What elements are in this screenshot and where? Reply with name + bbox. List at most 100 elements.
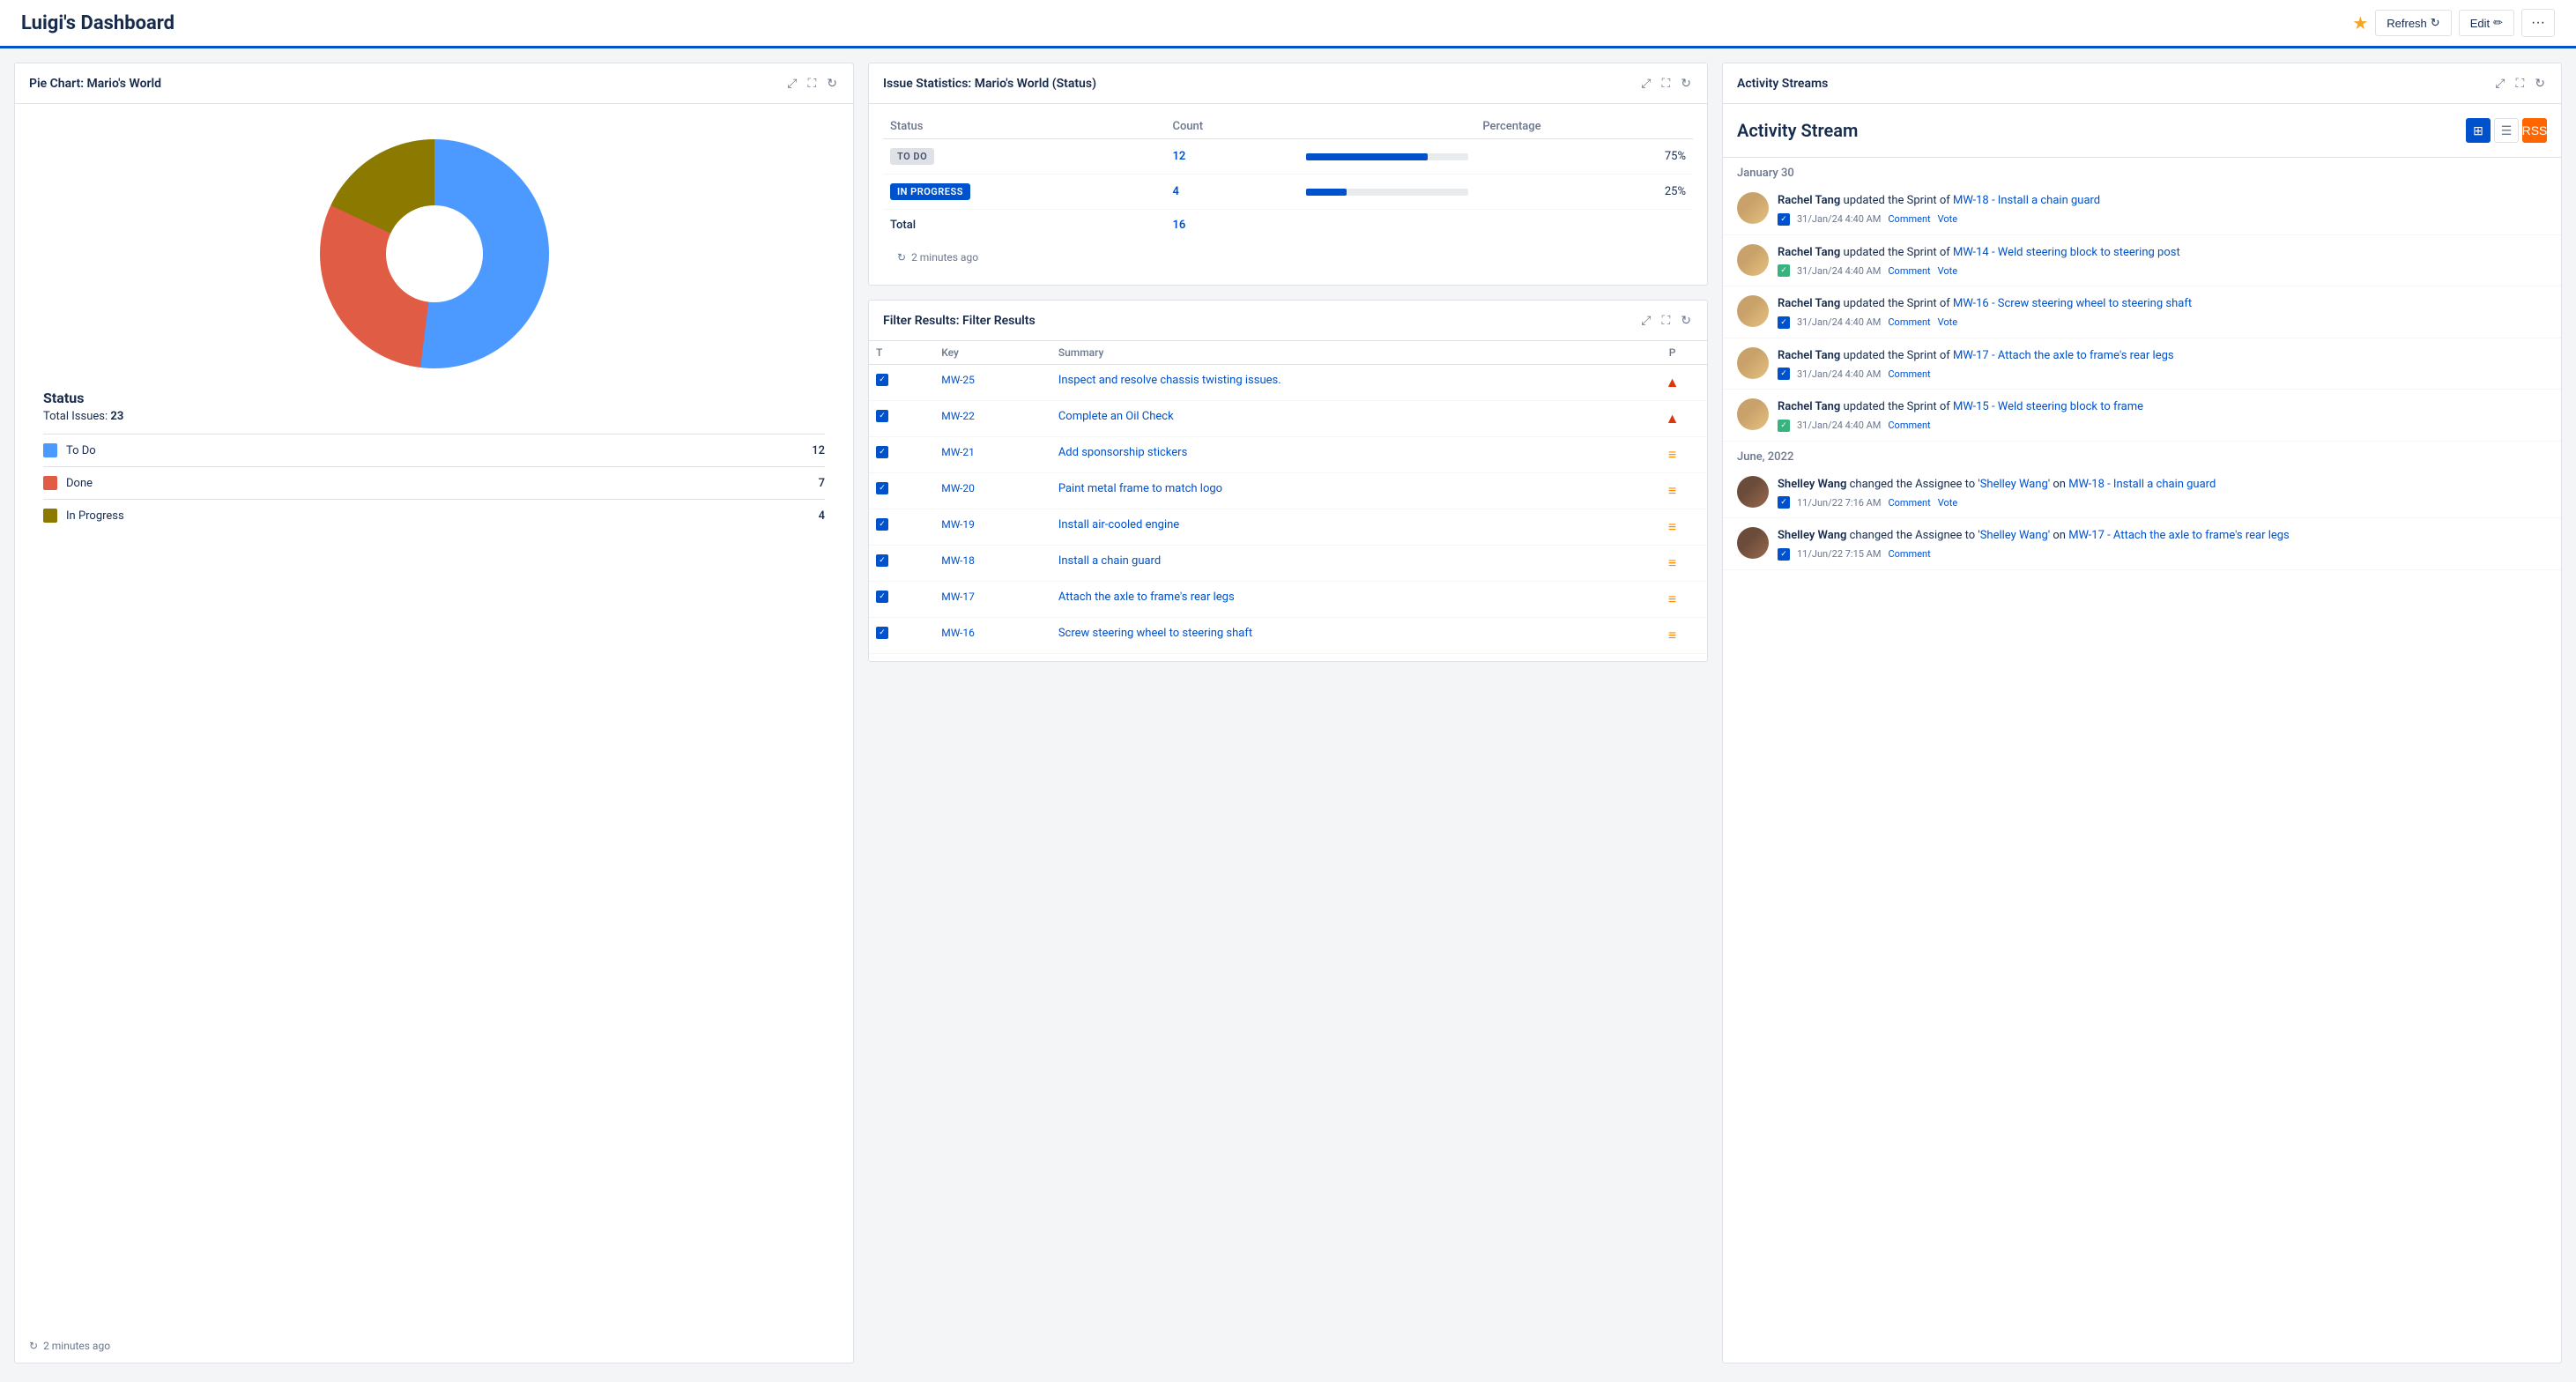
total-count-link[interactable]: 16: [1172, 219, 1185, 232]
activity-item: Rachel Tang updated the Sprint of MW-15 …: [1723, 390, 2561, 442]
todo-count-link[interactable]: 12: [1172, 150, 1185, 163]
activity-rss-button[interactable]: RSS: [2522, 118, 2547, 143]
priority-medium-icon: ≡: [1644, 591, 1700, 608]
stats-collapse-icon[interactable]: ⤢: [1639, 74, 1652, 93]
activity-time: 31/Jan/24 4:40 AM: [1797, 368, 1881, 380]
issue-type-cell: ✓: [869, 365, 934, 401]
issue-key-link[interactable]: MW-22: [941, 410, 975, 422]
comment-link[interactable]: Comment: [1888, 213, 1930, 225]
issue-summary-link[interactable]: Install air-cooled engine: [1058, 518, 1179, 531]
vote-link[interactable]: Vote: [1938, 316, 1957, 328]
filter-panel-controls: ⤢ ⛶ ↻: [1639, 311, 1693, 330]
issue-key-link[interactable]: MW-19: [941, 518, 975, 531]
activity-time: 31/Jan/24 4:40 AM: [1797, 213, 1881, 225]
pie-chart-title: Pie Chart: Mario's World: [29, 77, 161, 91]
activity-text: Rachel Tang updated the Sprint of MW-16 …: [1778, 295, 2547, 313]
issue-summary-cell: Screw steering wheel to steering shaft: [1051, 618, 1637, 654]
comment-link[interactable]: Comment: [1888, 420, 1930, 431]
comment-link[interactable]: Comment: [1888, 265, 1930, 277]
activity-link[interactable]: MW-18 - Install a chain guard: [1953, 194, 2100, 207]
table-row: ✓ MW-16 Screw steering wheel to steering…: [869, 618, 1707, 654]
activity-user: Shelley Wang: [1778, 478, 1846, 491]
issue-summary-link[interactable]: Attach the axle to frame's rear legs: [1058, 591, 1235, 604]
issue-key-link[interactable]: MW-20: [941, 482, 975, 494]
table-row: ✓ MW-19 Install air-cooled engine ≡: [869, 509, 1707, 546]
comment-link[interactable]: Comment: [1888, 548, 1930, 560]
more-options-button[interactable]: ···: [2521, 9, 2555, 37]
issue-key-cell: MW-25: [934, 365, 1051, 401]
filter-fullscreen-icon[interactable]: ⛶: [1659, 311, 1672, 330]
issue-type-icon: ✓: [876, 482, 888, 494]
issue-summary-link[interactable]: Screw steering wheel to steering shaft: [1058, 627, 1252, 640]
activity-link[interactable]: MW-17 - Attach the axle to frame's rear …: [1953, 349, 2174, 362]
issue-key-link[interactable]: MW-21: [941, 446, 975, 458]
activity-meta: 31/Jan/24 4:40 AM Comment: [1778, 420, 2547, 432]
issue-key-link[interactable]: MW-18: [941, 554, 975, 567]
stats-col-pct-label: Percentage: [1475, 115, 1693, 139]
activity-collapse-icon[interactable]: ⤢: [2493, 74, 2506, 93]
fullscreen-icon[interactable]: ⛶: [805, 74, 818, 93]
activity-content: Rachel Tang updated the Sprint of MW-16 …: [1778, 295, 2547, 329]
issue-type-green-check-icon: [1778, 420, 1790, 432]
issue-key-link[interactable]: MW-25: [941, 374, 975, 386]
header-actions: ★ Refresh ↻ Edit ✏ ···: [2352, 9, 2555, 37]
issue-summary-link[interactable]: Complete an Oil Check: [1058, 410, 1174, 423]
issue-key-link[interactable]: MW-17: [941, 591, 975, 603]
legend-item-done: Done 7: [43, 466, 825, 499]
issue-type-check-icon: [1778, 213, 1790, 226]
vote-link[interactable]: Vote: [1938, 213, 1957, 225]
issue-type-icon: ✓: [876, 446, 888, 458]
header: Luigi's Dashboard ★ Refresh ↻ Edit ✏ ···: [0, 0, 2576, 48]
issue-type-icon: ✓: [876, 374, 888, 386]
favorite-star-icon[interactable]: ★: [2352, 12, 2368, 33]
activity-time: 31/Jan/24 4:40 AM: [1797, 265, 1881, 277]
refresh-widget-icon[interactable]: ↻: [825, 74, 839, 93]
comment-link[interactable]: Comment: [1888, 368, 1930, 380]
issue-summary-cell: Complete an Oil Check: [1051, 401, 1637, 437]
activity-time: 31/Jan/24 4:40 AM: [1797, 316, 1881, 328]
inprogress-count-link[interactable]: 4: [1172, 185, 1178, 198]
activity-list-view-button[interactable]: ☰: [2494, 118, 2519, 143]
activity-link[interactable]: MW-18 - Install a chain guard: [2068, 478, 2216, 491]
comment-link[interactable]: Comment: [1888, 316, 1930, 328]
activity-link[interactable]: MW-16 - Screw steering wheel to steering…: [1953, 297, 2192, 310]
comment-link[interactable]: Comment: [1888, 497, 1930, 509]
legend-section: Status Total Issues: 23 To Do 12 Done 7: [29, 390, 839, 531]
assignee-link[interactable]: Shelley Wang: [1980, 478, 2048, 491]
issue-key-cell: MW-20: [934, 473, 1051, 509]
issue-key-cell: MW-22: [934, 401, 1051, 437]
issue-priority-cell: ≡: [1637, 437, 1707, 473]
stats-bar-todo: [1299, 139, 1475, 175]
stats-refresh-icon[interactable]: ↻: [1679, 74, 1693, 93]
filter-refresh-icon[interactable]: ↻: [1679, 311, 1693, 330]
issue-summary-link[interactable]: Paint metal frame to match logo: [1058, 482, 1222, 495]
vote-link[interactable]: Vote: [1938, 265, 1957, 277]
stats-col-percentage: [1299, 115, 1475, 139]
table-row: ✓ MW-18 Install a chain guard ≡: [869, 546, 1707, 582]
edit-label: Edit: [2470, 17, 2490, 30]
pie-chart-body: Status Total Issues: 23 To Do 12 Done 7: [15, 104, 853, 1329]
stats-header-row: Status Count Percentage: [883, 115, 1693, 139]
issue-type-check-icon: [1778, 496, 1790, 509]
stats-panel-body: Status Count Percentage TO DO 12: [869, 104, 1707, 285]
refresh-button[interactable]: Refresh ↻: [2375, 10, 2451, 36]
issue-summary-link[interactable]: Add sponsorship stickers: [1058, 446, 1187, 459]
issue-summary-link[interactable]: Inspect and resolve chassis twisting iss…: [1058, 374, 1281, 387]
issue-summary-link[interactable]: Install a chain guard: [1058, 554, 1161, 568]
activity-grid-view-button[interactable]: ⊞: [2466, 118, 2491, 143]
edit-button[interactable]: Edit ✏: [2459, 10, 2514, 36]
activity-refresh-icon[interactable]: ↻: [2533, 74, 2547, 93]
stats-fullscreen-icon[interactable]: ⛶: [1659, 74, 1672, 93]
issue-priority-cell: ≡: [1637, 618, 1707, 654]
activity-link[interactable]: MW-17 - Attach the axle to frame's rear …: [2068, 529, 2290, 542]
vote-link[interactable]: Vote: [1938, 497, 1957, 509]
activity-link[interactable]: MW-14 - Weld steering block to steering …: [1953, 246, 2180, 259]
issue-key-link[interactable]: MW-16: [941, 627, 975, 639]
filter-collapse-icon[interactable]: ⤢: [1639, 311, 1652, 330]
collapse-icon[interactable]: ⤢: [785, 74, 798, 93]
activity-content: Shelley Wang changed the Assignee to 'Sh…: [1778, 476, 2547, 509]
assignee-link[interactable]: Shelley Wang: [1980, 529, 2048, 542]
activity-link[interactable]: MW-15 - Weld steering block to frame: [1953, 400, 2143, 413]
activity-fullscreen-icon[interactable]: ⛶: [2513, 74, 2526, 93]
activity-text: Rachel Tang updated the Sprint of MW-18 …: [1778, 192, 2547, 210]
